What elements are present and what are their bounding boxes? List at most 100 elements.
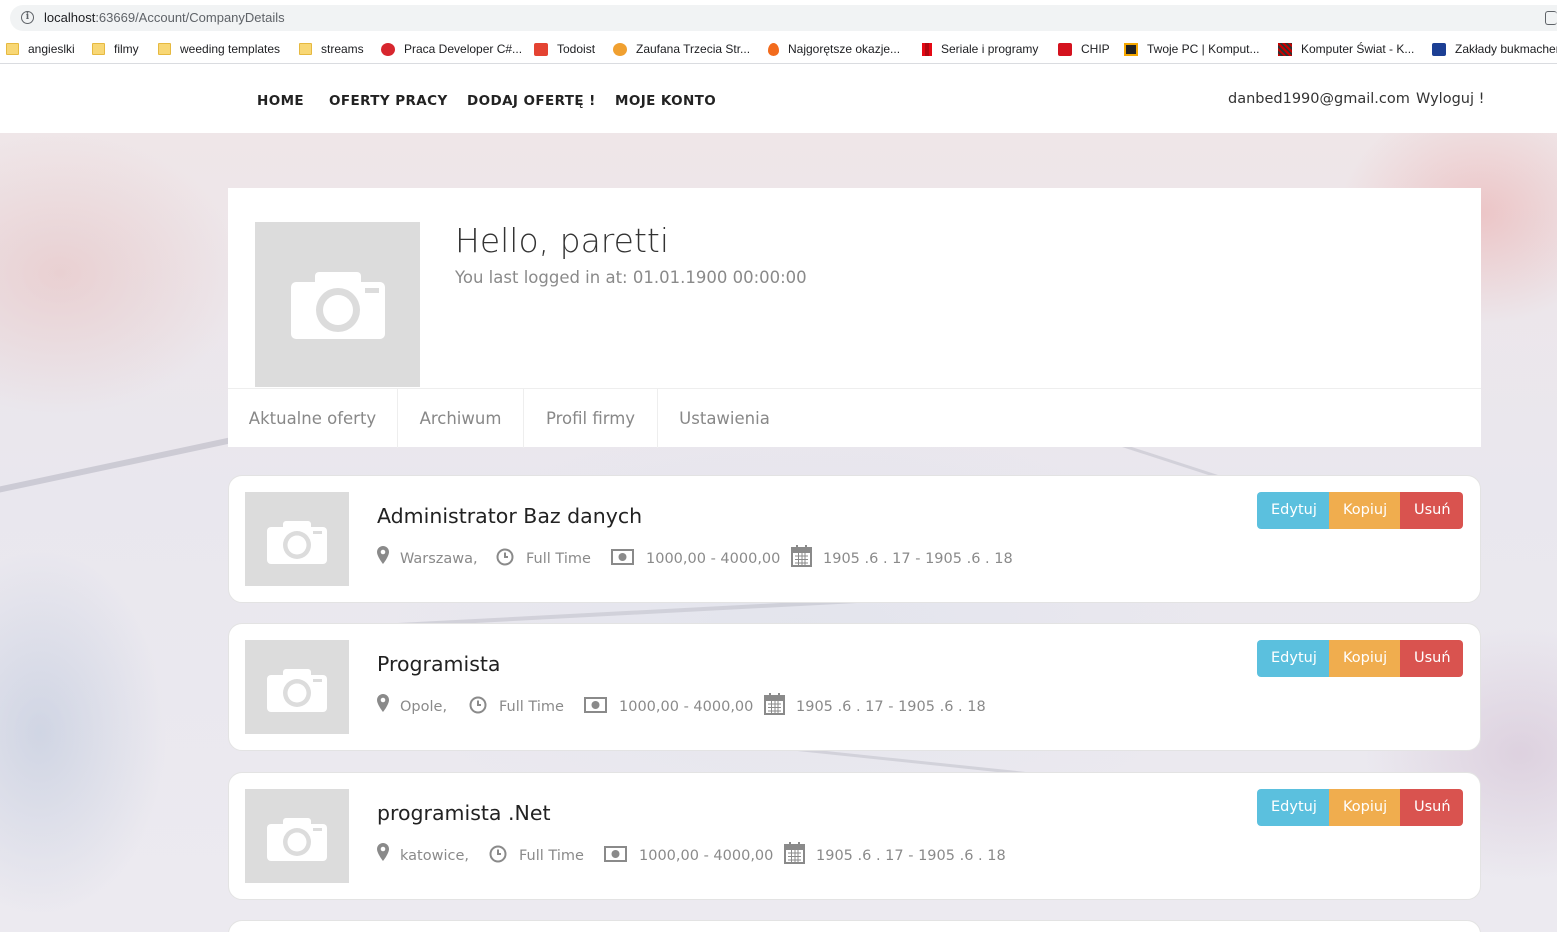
user-email-link[interactable]: danbed1990@gmail.com [1228,91,1410,107]
job-dates: 1905 .6 . 17 - 1905 .6 . 18 [816,848,1006,864]
bookmark-komputerswiat[interactable]: Komputer Świat - K... [1278,42,1414,56]
money-icon [611,549,634,565]
calendar-icon [764,693,785,715]
job-card: Administrator Baz danych Warszawa, Full … [228,475,1481,603]
praca-favicon [381,42,395,56]
job-type: Full Time [526,551,591,567]
job-card: Programista Opole, Full Time 1000,00 - 4… [228,623,1481,751]
copy-button[interactable]: Kopiuj [1329,789,1400,826]
bookmark-twojepc[interactable]: Twoje PC | Komput... [1124,42,1260,56]
job-actions: Edytuj Kopiuj Usuń [1257,789,1463,826]
job-thumbnail [245,789,349,883]
extension-icon[interactable] [1545,11,1557,25]
folder-icon [158,43,171,55]
folder-icon [299,43,312,55]
job-actions: Edytuj Kopiuj Usuń [1257,640,1463,677]
camera-icon [291,272,385,339]
bookmark-filmy[interactable]: filmy [92,42,139,56]
job-location: Opole, [400,699,448,715]
copy-button[interactable]: Kopiuj [1329,640,1400,677]
nav-job-offers[interactable]: OFERTY PRACY [329,93,448,109]
url-box[interactable]: i localhost:63669/Account/CompanyDetails [10,5,1557,31]
bookmark-zaklady[interactable]: Zakłady bukmacher [1432,42,1557,56]
netflix-favicon [922,42,932,56]
bookmark-todoist[interactable]: Todoist [534,42,595,56]
calendar-icon [784,842,805,864]
camera-icon [267,818,327,861]
job-title[interactable]: programista .Net [377,801,551,825]
calendar-icon [791,545,812,567]
camera-icon [267,669,327,712]
delete-button[interactable]: Usuń [1400,492,1463,529]
clock-icon [469,696,487,714]
komputerswiat-favicon [1278,42,1292,56]
job-card-partial [228,920,1481,932]
url-host: localhost [44,10,96,25]
greeting-heading: Hello, paretti [455,221,669,260]
bookmark-streams[interactable]: streams [299,42,364,56]
tab-settings[interactable]: Ustawienia [658,389,791,448]
job-thumbnail [245,640,349,734]
site-navbar: HOME OFERTY PRACY DODAJ OFERTĘ ! MOJE KO… [0,65,1557,133]
edit-button[interactable]: Edytuj [1257,492,1329,529]
job-salary: 1000,00 - 4000,00 [639,848,774,864]
job-dates: 1905 .6 . 17 - 1905 .6 . 18 [823,551,1013,567]
money-icon [604,846,627,862]
profile-panel: Hello, paretti You last logged in at: 01… [228,188,1481,448]
folder-icon [92,43,105,55]
job-dates: 1905 .6 . 17 - 1905 .6 . 18 [796,699,986,715]
job-salary: 1000,00 - 4000,00 [619,699,754,715]
last-login-text: You last logged in at: 01.01.1900 00:00:… [455,268,807,287]
url-path: :63669/Account/CompanyDetails [95,10,285,25]
url-text[interactable]: localhost:63669/Account/CompanyDetails [44,10,285,25]
edit-button[interactable]: Edytuj [1257,640,1329,677]
map-marker-icon [377,694,389,712]
nav-add-offer[interactable]: DODAJ OFERTĘ ! [467,93,596,109]
map-marker-icon [377,843,389,861]
tab-archive[interactable]: Archiwum [398,389,524,448]
job-thumbnail [245,492,349,586]
todoist-favicon [534,42,548,56]
bookmark-weeding-templates[interactable]: weeding templates [158,42,280,56]
job-card: programista .Net katowice, Full Time 100… [228,772,1481,900]
nav-home[interactable]: HOME [257,93,304,109]
map-marker-icon [377,546,389,564]
profile-tabs: Aktualne oferty Archiwum Profil firmy Us… [228,388,1481,448]
bookmark-seriale[interactable]: Seriale i programy [922,42,1038,56]
delete-button[interactable]: Usuń [1400,640,1463,677]
tab-current-offers[interactable]: Aktualne oferty [228,389,398,448]
clock-icon [496,548,514,566]
folder-icon [6,43,19,55]
job-type: Full Time [519,848,584,864]
browser-address-bar: i localhost:63669/Account/CompanyDetails [0,0,1557,36]
clock-icon [489,845,507,863]
tab-company-profile[interactable]: Profil firmy [524,389,658,448]
job-title[interactable]: Administrator Baz danych [377,504,642,528]
job-location: Warszawa, [400,551,478,567]
company-avatar[interactable] [255,222,420,387]
flame-favicon [768,42,779,56]
camera-icon [267,521,327,564]
sts-favicon [1432,42,1446,56]
bookmark-praca[interactable]: Praca Developer C#... [381,42,522,56]
logout-link[interactable]: Wyloguj ! [1416,91,1484,107]
bookmark-chip[interactable]: CHIP [1058,42,1110,56]
delete-button[interactable]: Usuń [1400,789,1463,826]
job-title[interactable]: Programista [377,652,500,676]
copy-button[interactable]: Kopiuj [1329,492,1400,529]
bookmark-najgoretsze[interactable]: Najgorętsze okazje... [768,42,900,56]
job-type: Full Time [499,699,564,715]
job-actions: Edytuj Kopiuj Usuń [1257,492,1463,529]
nav-my-account[interactable]: MOJE KONTO [615,93,716,109]
info-icon[interactable]: i [21,11,34,24]
edit-button[interactable]: Edytuj [1257,789,1329,826]
job-location: katowice, [400,848,469,864]
bookmarks-bar: angieslki filmy weeding templates stream… [0,36,1557,64]
bookmark-zaufana[interactable]: Zaufana Trzecia Str... [613,42,750,56]
job-salary: 1000,00 - 4000,00 [646,551,781,567]
shield-favicon [613,42,627,56]
twojepc-favicon [1124,42,1138,56]
chip-favicon [1058,42,1072,56]
money-icon [584,697,607,713]
bookmark-angieslki[interactable]: angieslki [6,42,75,56]
